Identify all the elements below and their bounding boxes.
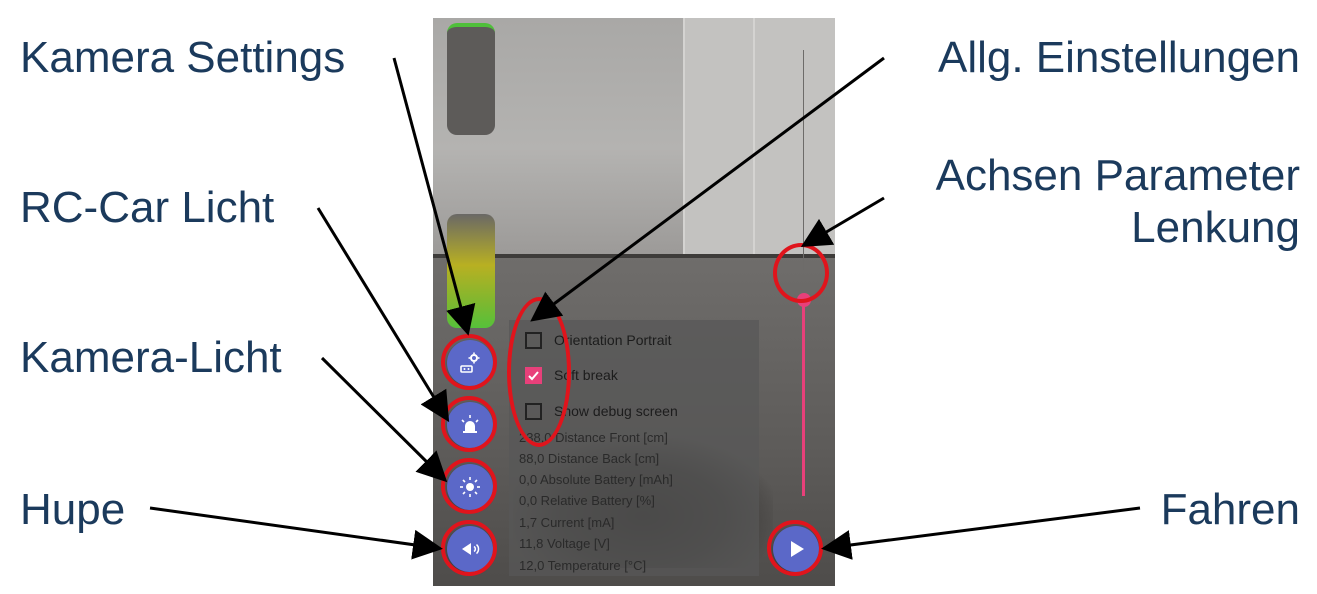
annotation-ring-drive (767, 520, 823, 576)
annotation-ring-rc-car-light (441, 396, 497, 452)
callout-camera-light: Kamera-Licht (20, 333, 282, 382)
callout-horn: Hupe (20, 485, 126, 534)
wall-panel (683, 18, 755, 256)
debug-absolute-battery: 0,0 Absolute Battery [mAh] (519, 472, 673, 487)
arrow-rc-car-light (316, 207, 450, 423)
callout-axis-params-line2: Lenkung (1131, 203, 1300, 252)
callout-drive: Fahren (1160, 485, 1300, 534)
annotation-ring-steering (773, 243, 829, 303)
debug-current: 1,7 Current [mA] (519, 515, 615, 530)
annotation-ring-camera-light (441, 458, 497, 514)
option-label: Orientation Portrait (554, 332, 672, 348)
arrow-drive (821, 506, 1141, 560)
throttle-slider-top[interactable] (447, 23, 495, 135)
callout-camera-settings: Kamera Settings (20, 33, 346, 82)
callout-axis-params: Achsen Parameter Lenkung (936, 150, 1300, 254)
debug-distance-back: 88,0 Distance Back [cm] (519, 451, 660, 466)
arrow-horn (149, 506, 443, 560)
annotation-ring-general-settings (507, 297, 571, 447)
wall-panel (753, 18, 835, 256)
arrow-camera-light (320, 356, 448, 483)
callout-axis-params-line1: Achsen Parameter (935, 151, 1300, 200)
app-screen: Orientation Portrait Soft break Show deb… (433, 18, 835, 586)
debug-temperature: 12,0 Temperature [°C] (519, 558, 647, 573)
callout-rc-car-light: RC-Car Licht (20, 183, 275, 232)
debug-relative-battery: 0,0 Relative Battery [%] (519, 493, 655, 508)
debug-voltage: 11,8 Voltage [V] (519, 536, 610, 551)
option-label: Show debug screen (554, 403, 678, 419)
steering-slider-fill (802, 299, 805, 496)
throttle-slider-bottom[interactable] (447, 214, 495, 328)
annotation-ring-camera-settings (441, 334, 497, 390)
annotation-ring-horn (441, 520, 497, 576)
callout-general-settings: Allg. Einstellungen (937, 33, 1300, 82)
steering-slider-track (803, 50, 804, 270)
